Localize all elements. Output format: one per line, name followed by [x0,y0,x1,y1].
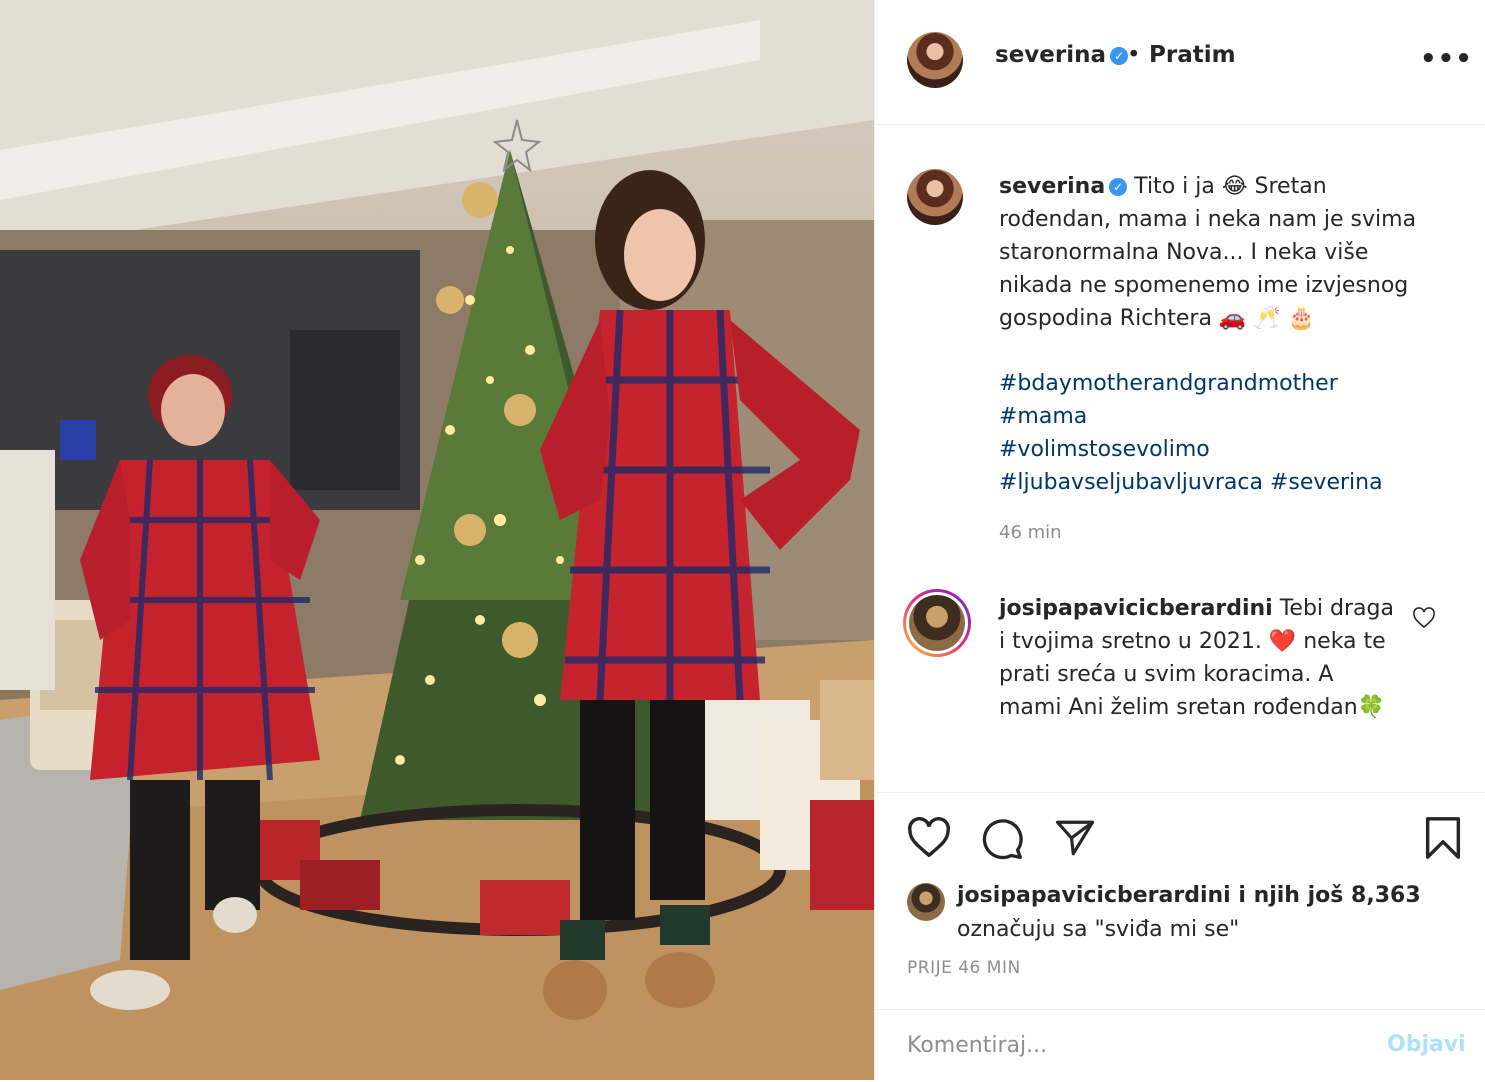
comment-text: josipapavicicberardini Tebi draga i tvoj… [999,592,1399,724]
author-username[interactable]: severina [995,42,1106,68]
verified-icon: ✓ [1109,178,1128,196]
comment-box: Objavi [875,1009,1485,1082]
caption-avatar[interactable] [907,169,963,225]
hashtag-link[interactable]: #severina [1270,470,1383,495]
post-header: severina ✓ • Pratim ••• [875,0,1485,125]
post-sidebar: severina ✓ • Pratim ••• severina ✓ Tito i … [874,0,1485,1080]
bookmark-icon[interactable] [1423,815,1463,861]
commenter-username[interactable]: josipapavicicberardini [999,596,1273,621]
likes-count[interactable]: i njih još 8,363 [1231,883,1420,908]
verified-icon: ✓ [1110,46,1129,65]
following-button[interactable]: Pratim [1149,42,1236,68]
hashtag-link[interactable]: #volimstosevolimo [999,437,1210,462]
hashtag-link[interactable]: #ljubavseljubavljuvraca [999,470,1263,495]
comment-input[interactable] [905,1024,1369,1066]
comment-like-heart-icon[interactable] [1412,607,1436,629]
post-timestamp[interactable]: PRIJE 46 MIN [907,958,1021,978]
hashtag-link[interactable]: #mama [999,404,1087,429]
caption-timestamp[interactable]: 46 min [999,522,1062,543]
separator-dot: • [1127,42,1141,68]
post-comment-button[interactable]: Objavi [1387,1032,1466,1057]
author-avatar[interactable] [907,32,963,88]
more-icon[interactable]: ••• [1420,44,1473,74]
hashtags: #bdaymotherandgrandmother #mama #volimst… [999,367,1439,499]
comments-area[interactable]: severina ✓ Tito i ja 😂 Sretan rođendan, m… [875,125,1485,790]
post-photo-illustration [0,0,874,1080]
likes-line2: označuju sa "sviđa mi se" [957,917,1240,942]
liker-username[interactable]: josipapavicicberardini [957,883,1231,908]
author-username-row: severina ✓ [995,42,1129,68]
comment-icon[interactable] [980,817,1024,861]
commenter-avatar[interactable] [903,589,971,657]
liker-avatar[interactable] [907,883,945,921]
caption-username[interactable]: severina [999,174,1105,199]
post-photo[interactable] [0,0,874,1080]
heart-icon[interactable] [906,817,952,859]
likes-text: josipapavicicberardini i njih još 8,363 … [957,879,1477,947]
hashtag-link[interactable]: #bdaymotherandgrandmother [999,371,1338,396]
post-actions: josipapavicicberardini i njih još 8,363 … [875,792,1485,1081]
share-icon[interactable] [1053,817,1097,859]
caption-text: severina ✓ Tito i ja 😂 Sretan rođendan, m… [999,170,1439,335]
